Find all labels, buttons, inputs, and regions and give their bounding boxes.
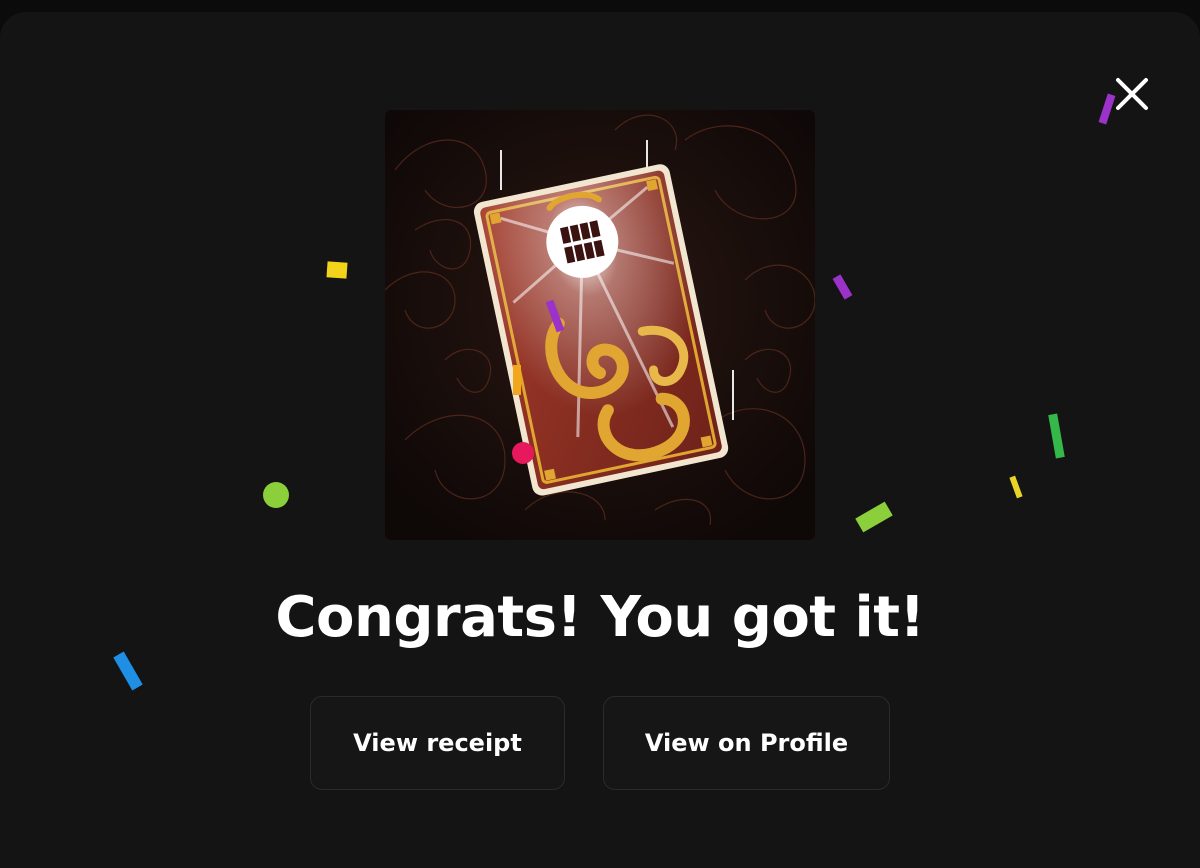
view-receipt-button[interactable]: View receipt (310, 696, 565, 790)
confetti-piece (832, 274, 853, 300)
purchase-success-dialog: Congrats! You got it! View receipt View … (0, 12, 1200, 868)
confetti-piece (1009, 475, 1023, 499)
success-title: Congrats! You got it! (275, 585, 925, 650)
view-on-profile-button[interactable]: View on Profile (603, 696, 890, 790)
confetti-piece (263, 482, 289, 508)
nft-card-artwork (385, 110, 815, 540)
confetti-piece (113, 651, 143, 691)
confetti-piece (855, 501, 893, 533)
confetti-piece (326, 261, 348, 279)
close-button[interactable] (1110, 72, 1154, 116)
page-backdrop: Congrats! You got it! View receipt View … (0, 0, 1200, 868)
close-icon (1116, 78, 1148, 110)
confetti-piece (1048, 413, 1065, 459)
